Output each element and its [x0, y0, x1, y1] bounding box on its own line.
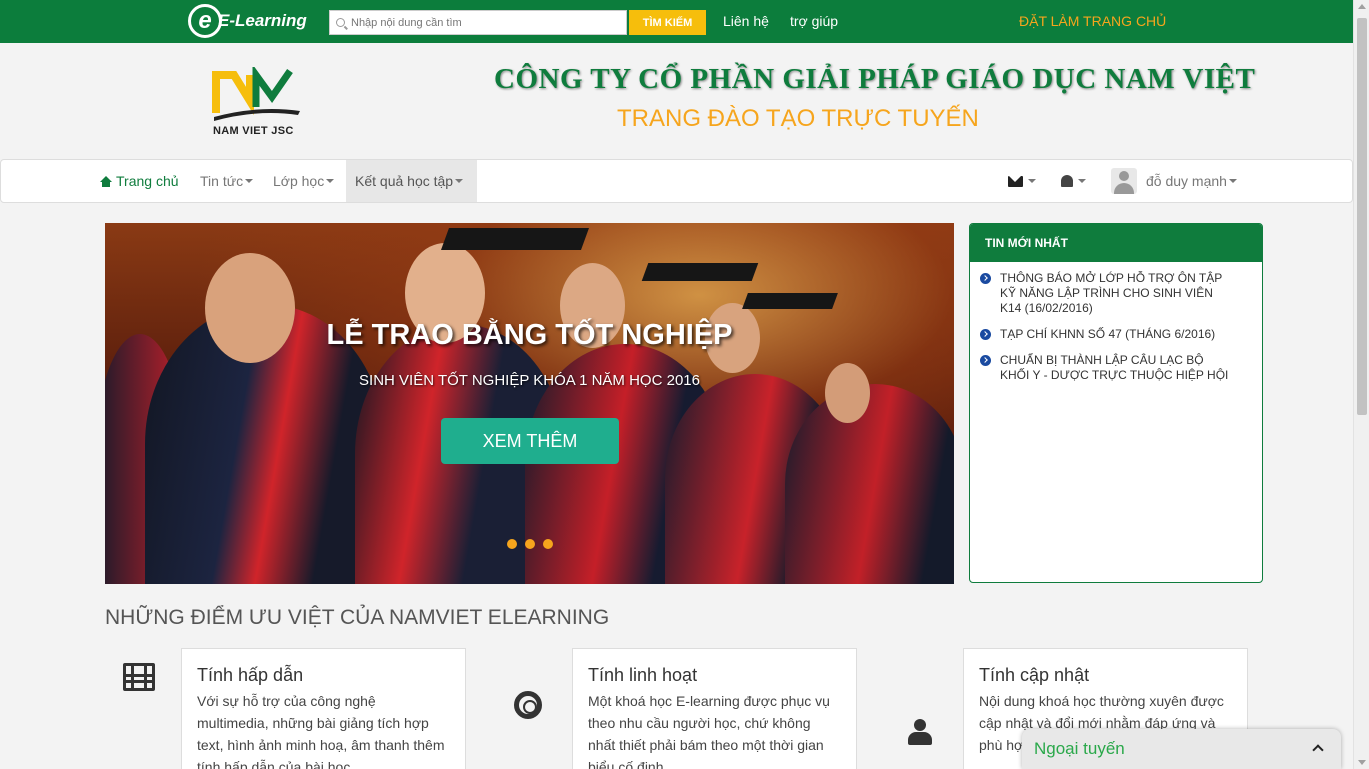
- company-name: CÔNG TY CỔ PHẦN GIẢI PHÁP GIÁO DỤC NAM V…: [494, 63, 1256, 95]
- carousel-dot[interactable]: [543, 539, 553, 549]
- news-item-title: THÔNG BÁO MỞ LỚP HỖ TRỢ ÔN TẬP KỸ NĂNG L…: [1000, 271, 1223, 315]
- main-navbar: Trang chủ Tin tức Lớp học Kết quả học tậ…: [0, 159, 1353, 203]
- news-item[interactable]: TẠP CHÍ KHNN SỐ 47 (THÁNG 6/2016): [980, 327, 1232, 342]
- slide-caption: SINH VIÊN TỐT NGHIỆP KHÓA 1 NĂM HỌC 2016: [359, 372, 700, 389]
- envelope-icon: [1008, 175, 1023, 187]
- news-list: THÔNG BÁO MỞ LỚP HỖ TRỢ ÔN TẬP KỸ NĂNG L…: [970, 262, 1262, 383]
- search-input[interactable]: [351, 16, 626, 29]
- nav-classes-label: Lớp học: [273, 173, 325, 189]
- contact-link[interactable]: Liên hệ: [723, 13, 769, 29]
- caret-down-icon: [245, 179, 254, 183]
- home-icon: [100, 175, 112, 187]
- user-icon: [908, 719, 932, 745]
- view-more-button[interactable]: XEM THÊM: [441, 418, 619, 464]
- nav-home[interactable]: Trang chủ: [100, 160, 179, 202]
- chevron-circle-right-icon: [980, 329, 991, 340]
- search-button[interactable]: TÌM KIẾM: [629, 10, 706, 35]
- news-item[interactable]: THÔNG BÁO MỞ LỚP HỖ TRỢ ÔN TẬP KỸ NĂNG L…: [980, 271, 1232, 316]
- nav-results-dropdown[interactable]: Kết quả học tập: [346, 160, 477, 202]
- graduation-cap: [641, 263, 759, 281]
- graduation-cap: [742, 293, 838, 309]
- nav-classes-dropdown[interactable]: Lớp học: [273, 160, 335, 202]
- latest-news-heading: TIN MỚI NHẤT: [970, 224, 1262, 262]
- user-name: đỗ duy mạnh: [1146, 173, 1227, 189]
- nav-news-label: Tin tức: [200, 173, 244, 189]
- caret-down-icon: [326, 179, 335, 183]
- caret-down-icon: [1228, 179, 1237, 183]
- chevron-circle-right-icon: [980, 273, 991, 284]
- scroll-down-arrow-icon[interactable]: [1358, 760, 1366, 765]
- feature-title: Tính cập nhật: [979, 665, 1090, 685]
- bell-icon: [1061, 175, 1073, 187]
- chat-widget[interactable]: Ngoại tuyến: [1022, 729, 1341, 769]
- latest-news-panel: TIN MỚI NHẤT THÔNG BÁO MỞ LỚP HỖ TRỢ ÔN …: [969, 223, 1263, 583]
- news-item-title: CHUẨN BỊ THÀNH LẬP CÂU LẠC BỘ KHỐI Y - D…: [1000, 353, 1229, 382]
- chevron-circle-right-icon: [980, 355, 991, 366]
- nav-news-dropdown[interactable]: Tin tức: [200, 160, 254, 202]
- notifications-dropdown[interactable]: [1061, 160, 1086, 202]
- avatar: [1111, 168, 1137, 194]
- scrollbar-thumb[interactable]: [1357, 18, 1367, 415]
- elearning-logo-text: E-Learning: [218, 11, 307, 30]
- search-icon: [336, 18, 345, 27]
- graduation-cap: [440, 228, 590, 250]
- elearning-logo-icon: e: [188, 4, 222, 38]
- chevron-up-icon[interactable]: [1312, 744, 1324, 756]
- carousel-dot[interactable]: [525, 539, 535, 549]
- elearning-logo[interactable]: e E-Learning: [188, 3, 307, 39]
- graduate-figure: [785, 384, 954, 584]
- carousel-indicators: [507, 539, 553, 549]
- chat-status-label: Ngoại tuyến: [1034, 739, 1125, 758]
- feature-text: Với sự hỗ trợ của công nghệ multimedia, …: [197, 693, 445, 769]
- features-section-title: NHỮNG ĐIỂM ƯU VIỆT CỦA NAMVIET ELEARNING: [105, 606, 610, 629]
- namviet-logo[interactable]: NAM VIET JSC: [210, 64, 306, 137]
- help-link[interactable]: trợ giúp: [790, 13, 838, 29]
- site-subtitle: TRANG ĐÀO TẠO TRỰC TUYẾN: [617, 105, 979, 132]
- page-scrollbar[interactable]: [1353, 0, 1369, 769]
- messages-dropdown[interactable]: [1008, 160, 1036, 202]
- film-icon: [123, 663, 155, 691]
- nav-home-label: Trang chủ: [116, 173, 179, 189]
- feature-card-flexible: Tính linh hoạt Một khoá học E-learning đ…: [572, 648, 857, 769]
- carousel-dot[interactable]: [507, 539, 517, 549]
- caret-down-icon: [1078, 179, 1086, 183]
- news-item[interactable]: CHUẨN BỊ THÀNH LẬP CÂU LẠC BỘ KHỐI Y - D…: [980, 353, 1232, 383]
- namviet-logo-text: NAM VIET JSC: [213, 125, 294, 137]
- search-box: [329, 10, 627, 35]
- scroll-up-arrow-icon[interactable]: [1358, 4, 1366, 9]
- slide-title: LỄ TRAO BẰNG TỐT NGHIỆP: [326, 319, 733, 351]
- namviet-logo-mark-icon: [212, 64, 300, 121]
- user-menu-dropdown[interactable]: đỗ duy mạnh: [1111, 160, 1237, 202]
- site-header: NAM VIET JSC CÔNG TY CỔ PHẦN GIẢI PHÁP G…: [0, 43, 1353, 160]
- feature-title: Tính hấp dẫn: [197, 665, 304, 685]
- news-item-title: TẠP CHÍ KHNN SỐ 47 (THÁNG 6/2016): [1000, 327, 1216, 341]
- caret-down-icon: [1028, 179, 1036, 183]
- caret-down-icon: [455, 179, 464, 183]
- feature-title: Tính linh hoạt: [588, 665, 698, 685]
- feature-text: Một khoá học E-learning được phục vụ the…: [588, 693, 830, 769]
- top-bar: e E-Learning TÌM KIẾM Liên hệ trợ giúp Đ…: [0, 0, 1353, 43]
- life-ring-icon: [514, 691, 542, 719]
- set-homepage-link[interactable]: ĐẶT LÀM TRANG CHỦ: [1019, 13, 1166, 29]
- nav-results-label: Kết quả học tập: [355, 173, 454, 189]
- feature-card-attractive: Tính hấp dẫn Với sự hỗ trợ của công nghệ…: [181, 648, 466, 769]
- hero-carousel[interactable]: LỄ TRAO BẰNG TỐT NGHIỆP SINH VIÊN TỐT NG…: [105, 223, 954, 584]
